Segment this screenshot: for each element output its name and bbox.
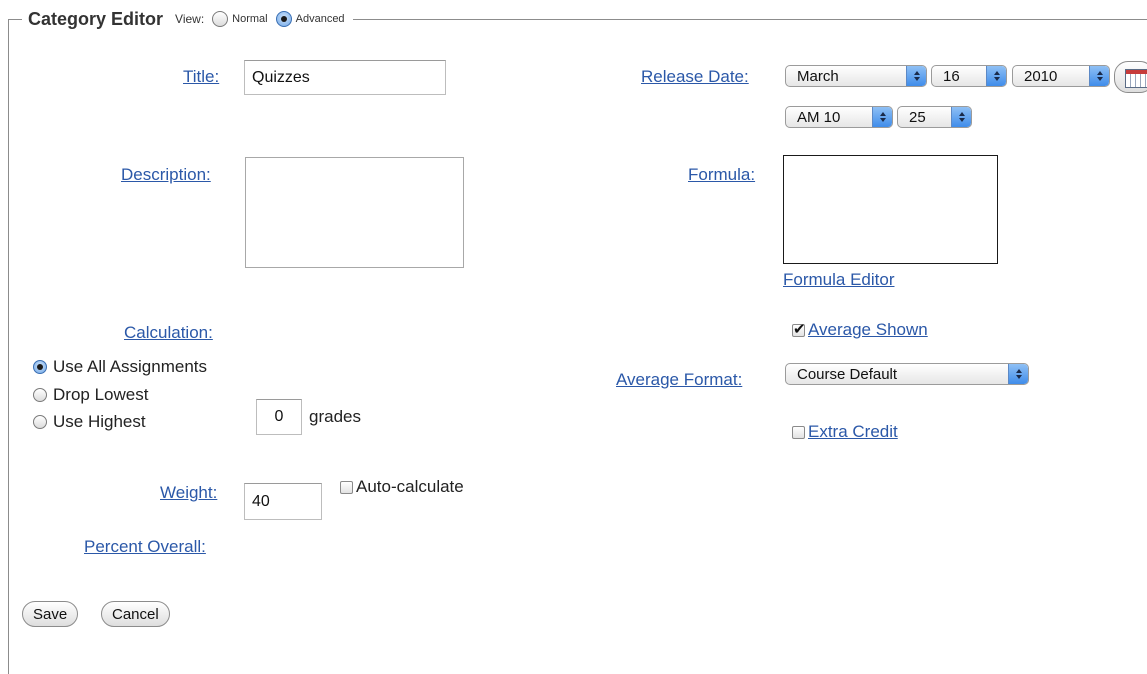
view-label: View: bbox=[175, 12, 205, 26]
auto-calculate-checkbox[interactable]: Auto-calculate bbox=[340, 477, 464, 497]
save-button[interactable]: Save bbox=[22, 601, 79, 627]
chevron-updown-icon bbox=[1089, 66, 1109, 86]
calc-option-use-highest[interactable]: Use Highest bbox=[33, 412, 146, 432]
grades-label: grades bbox=[309, 407, 361, 426]
radio-drop-lowest[interactable] bbox=[33, 388, 47, 402]
chevron-updown-icon bbox=[906, 66, 926, 86]
title-input[interactable]: Quizzes bbox=[244, 60, 446, 95]
release-day-select[interactable]: 16 bbox=[931, 65, 1007, 87]
calendar-icon bbox=[1125, 69, 1147, 88]
chevron-updown-icon bbox=[1008, 364, 1028, 384]
release-year-select[interactable]: 2010 bbox=[1012, 65, 1110, 87]
grades-input[interactable]: 0 bbox=[256, 399, 302, 435]
view-option-advanced[interactable]: Advanced bbox=[275, 11, 345, 27]
weight-input[interactable]: 40 bbox=[244, 483, 322, 520]
formula-label[interactable]: Formula: bbox=[688, 165, 755, 185]
extra-credit-checkbox[interactable]: Extra Credit bbox=[792, 422, 898, 442]
average-shown-checkbox[interactable]: Average Shown bbox=[792, 320, 928, 340]
radio-advanced[interactable] bbox=[275, 11, 292, 27]
calc-option-use-all[interactable]: Use All Assignments bbox=[33, 357, 207, 377]
release-minute-select[interactable]: 25 bbox=[897, 106, 972, 128]
extra-credit-box[interactable] bbox=[792, 425, 805, 439]
calc-option-drop-lowest[interactable]: Drop Lowest bbox=[33, 385, 148, 405]
view-option-normal[interactable]: Normal bbox=[212, 11, 268, 27]
calendar-button[interactable] bbox=[1114, 61, 1147, 93]
radio-normal[interactable] bbox=[212, 11, 229, 27]
release-hour-select[interactable]: AM 10 bbox=[785, 106, 893, 128]
formula-textarea[interactable] bbox=[783, 155, 998, 264]
title-label[interactable]: Title: bbox=[183, 67, 219, 87]
weight-label[interactable]: Weight: bbox=[160, 483, 217, 503]
auto-calculate-box[interactable] bbox=[340, 480, 353, 494]
category-editor-legend: Category Editor View: Normal Advanced bbox=[22, 7, 353, 31]
average-format-label[interactable]: Average Format: bbox=[616, 370, 742, 390]
radio-use-all[interactable] bbox=[33, 360, 47, 374]
chevron-updown-icon bbox=[872, 107, 892, 127]
page-title: Category Editor bbox=[28, 8, 164, 29]
cancel-button[interactable]: Cancel bbox=[101, 601, 170, 627]
formula-editor-link[interactable]: Formula Editor bbox=[783, 270, 894, 290]
editor-frame-left bbox=[8, 19, 9, 674]
description-label[interactable]: Description: bbox=[121, 165, 211, 185]
description-textarea[interactable] bbox=[245, 157, 464, 268]
percent-overall-label[interactable]: Percent Overall: bbox=[84, 537, 206, 557]
release-date-label[interactable]: Release Date: bbox=[641, 67, 749, 87]
calculation-label[interactable]: Calculation: bbox=[124, 323, 213, 343]
chevron-updown-icon bbox=[951, 107, 971, 127]
chevron-updown-icon bbox=[986, 66, 1006, 86]
average-shown-box[interactable] bbox=[792, 320, 806, 338]
radio-use-highest[interactable] bbox=[33, 415, 47, 429]
average-format-select[interactable]: Course Default bbox=[785, 363, 1029, 385]
release-month-select[interactable]: March bbox=[785, 65, 927, 87]
